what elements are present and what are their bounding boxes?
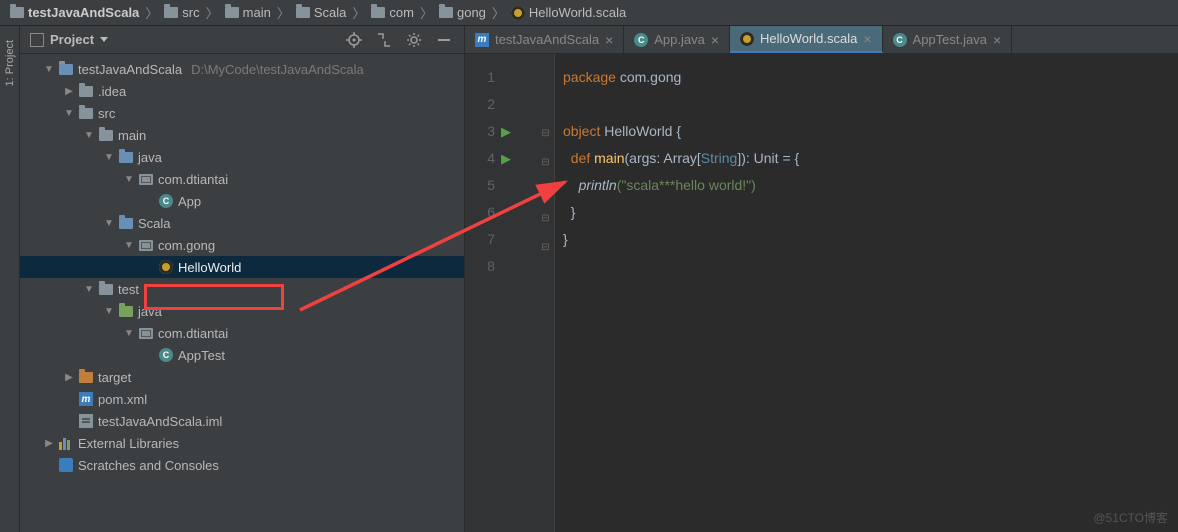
breadcrumb-item[interactable]: gong xyxy=(437,5,488,20)
close-icon[interactable]: × xyxy=(711,32,719,48)
tree-node[interactable]: ▼java xyxy=(20,146,464,168)
expand-icon[interactable]: ▼ xyxy=(124,240,134,251)
expand-icon[interactable]: ▶ xyxy=(44,438,54,449)
breadcrumb-item[interactable]: Scala xyxy=(294,5,349,20)
fold-icon[interactable]: ⊟ xyxy=(541,128,549,139)
tree-node[interactable]: ▼main xyxy=(20,124,464,146)
editor-tab[interactable]: HelloWorld.scala× xyxy=(730,26,882,53)
expand-icon[interactable]: ▼ xyxy=(84,130,94,141)
breadcrumb: testJavaAndScala〉src〉main〉Scala〉com〉gong… xyxy=(0,0,1178,26)
project-tool-tab[interactable]: 1: Project xyxy=(4,40,16,86)
tree-node[interactable]: ▼src xyxy=(20,102,464,124)
expand-icon[interactable]: ▼ xyxy=(104,218,114,229)
tree-node[interactable]: ▼com.dtiantai xyxy=(20,168,464,190)
editor-tab[interactable]: mtestJavaAndScala× xyxy=(465,26,624,53)
editor-tab[interactable]: CApp.java× xyxy=(624,26,730,53)
expand-icon[interactable]: ▶ xyxy=(64,86,74,97)
expand-icon[interactable]: ▼ xyxy=(104,306,114,317)
tree-node[interactable]: mpom.xml xyxy=(20,388,464,410)
editor-tab[interactable]: CAppTest.java× xyxy=(883,26,1013,53)
code-content[interactable]: package com.gong object HelloWorld { def… xyxy=(555,54,1178,532)
tree-node[interactable]: ▼java xyxy=(20,300,464,322)
fold-column: ⊟ ⊟ ⊟ ⊟ xyxy=(537,54,555,532)
left-tool-rail: 1: Project xyxy=(0,26,20,532)
breadcrumb-item[interactable]: main xyxy=(223,5,273,20)
expand-icon[interactable]: ▼ xyxy=(44,64,54,75)
tree-node[interactable]: CAppTest xyxy=(20,344,464,366)
close-icon[interactable]: × xyxy=(605,32,613,48)
tree-node[interactable]: ▶target xyxy=(20,366,464,388)
expand-icon[interactable]: ▼ xyxy=(64,108,74,119)
editor-area: mtestJavaAndScala×CApp.java×HelloWorld.s… xyxy=(465,26,1178,532)
watermark: @51CTO博客 xyxy=(1093,509,1168,526)
fold-icon[interactable]: ⊟ xyxy=(541,157,549,168)
tree-node[interactable]: testJavaAndScala.iml xyxy=(20,410,464,432)
locate-icon[interactable] xyxy=(346,32,362,48)
tree-node[interactable]: ▼test xyxy=(20,278,464,300)
run-icon[interactable]: ▶ xyxy=(501,124,511,139)
line-numbers: 12345678 xyxy=(465,54,501,532)
project-tree: ▼testJavaAndScalaD:\MyCode\testJavaAndSc… xyxy=(20,54,464,532)
run-icon[interactable]: ▶ xyxy=(501,151,511,166)
project-header-title[interactable]: Project xyxy=(50,32,94,47)
chevron-right-icon: 〉 xyxy=(352,3,365,22)
expand-icon[interactable]: ▼ xyxy=(124,328,134,339)
tree-node[interactable]: ▼Scala xyxy=(20,212,464,234)
hide-icon[interactable] xyxy=(436,32,452,48)
tree-node[interactable]: ▶.idea xyxy=(20,80,464,102)
chevron-down-icon[interactable] xyxy=(100,37,108,42)
project-panel: Project ▼testJavaAndScalaD:\MyCode\testJ… xyxy=(20,26,465,532)
close-icon[interactable]: × xyxy=(863,31,871,47)
tree-node[interactable]: CApp xyxy=(20,190,464,212)
project-header: Project xyxy=(20,26,464,54)
chevron-right-icon: 〉 xyxy=(145,3,158,22)
editor[interactable]: 12345678 ▶▶ ⊟⊟ ⊟⊟ package com.gong objec… xyxy=(465,54,1178,532)
breadcrumb-item[interactable]: com xyxy=(369,5,416,20)
expand-icon[interactable]: ▼ xyxy=(104,152,114,163)
fold-icon[interactable]: ⊟ xyxy=(541,213,549,224)
breadcrumb-item[interactable]: src xyxy=(162,5,201,20)
chevron-right-icon: 〉 xyxy=(420,3,433,22)
project-view-icon xyxy=(30,33,44,47)
tree-node[interactable]: ▼com.gong xyxy=(20,234,464,256)
tree-node[interactable]: Scratches and Consoles xyxy=(20,454,464,476)
editor-tabs: mtestJavaAndScala×CApp.java×HelloWorld.s… xyxy=(465,26,1178,54)
tree-node[interactable]: ▶External Libraries xyxy=(20,432,464,454)
fold-icon[interactable]: ⊟ xyxy=(541,242,549,253)
breadcrumb-item[interactable]: testJavaAndScala xyxy=(8,5,141,20)
gear-icon[interactable] xyxy=(406,32,422,48)
run-gutter: ▶▶ xyxy=(501,54,537,532)
expand-icon[interactable]: ▼ xyxy=(124,174,134,185)
chevron-right-icon: 〉 xyxy=(206,3,219,22)
tree-node[interactable]: ▼testJavaAndScalaD:\MyCode\testJavaAndSc… xyxy=(20,58,464,80)
breadcrumb-item[interactable]: HelloWorld.scala xyxy=(509,5,628,20)
expand-icon[interactable]: ▼ xyxy=(84,284,94,295)
expand-icon[interactable]: ▶ xyxy=(64,372,74,383)
close-icon[interactable]: × xyxy=(993,32,1001,48)
tree-node[interactable]: HelloWorld xyxy=(20,256,464,278)
tree-node[interactable]: ▼com.dtiantai xyxy=(20,322,464,344)
chevron-right-icon: 〉 xyxy=(492,3,505,22)
collapse-icon[interactable] xyxy=(376,32,392,48)
chevron-right-icon: 〉 xyxy=(277,3,290,22)
